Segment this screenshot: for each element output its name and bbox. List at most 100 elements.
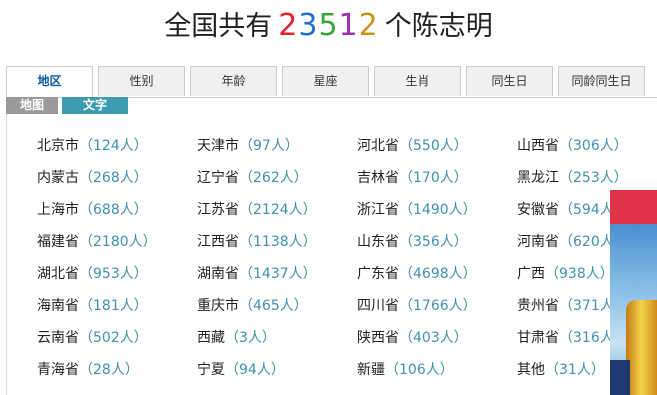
headline-suffix: 个陈志明 (384, 11, 493, 42)
region-name: 河南省 (517, 234, 559, 250)
region-item[interactable]: 湖南省（1437人） (197, 264, 317, 284)
region-item[interactable]: 海南省（181人） (37, 296, 148, 316)
region-name: 云南省 (37, 330, 79, 346)
region-count: （1766人） (399, 298, 477, 314)
region-count: （465人） (239, 298, 308, 314)
region-name: 山西省 (517, 138, 559, 154)
region-item[interactable]: 广西（938人） (517, 264, 614, 284)
region-item[interactable]: 河北省（550人） (357, 136, 468, 156)
region-item[interactable]: 其他（31人） (517, 360, 605, 380)
ad-banner-figure (626, 300, 657, 395)
text-view-button[interactable]: 文字 (62, 97, 128, 114)
map-view-button[interactable]: 地图 (6, 97, 58, 114)
region-name: 福建省 (37, 234, 79, 250)
region-name: 山东省 (357, 234, 399, 250)
region-item[interactable]: 上海市（688人） (37, 200, 148, 220)
region-name: 吉林省 (357, 170, 399, 186)
region-name: 新疆 (357, 362, 385, 378)
region-count: （403人） (399, 330, 468, 346)
tab-same-age-birthday[interactable]: 同龄同生日 (558, 66, 645, 96)
region-count: （306人） (559, 138, 628, 154)
region-item[interactable]: 广东省（4698人） (357, 264, 477, 284)
tab-zodiac[interactable]: 生肖 (374, 66, 461, 96)
region-item[interactable]: 湖北省（953人） (37, 264, 148, 284)
region-name: 青海省 (37, 362, 79, 378)
region-name: 海南省 (37, 298, 79, 314)
region-name: 湖南省 (197, 266, 239, 282)
tab-age[interactable]: 年龄 (190, 66, 277, 96)
count-digit: 5 (318, 8, 339, 43)
region-item[interactable]: 山西省（306人） (517, 136, 628, 156)
region-name: 重庆市 (197, 298, 239, 314)
region-item[interactable]: 青海省（28人） (37, 360, 139, 380)
region-item[interactable]: 重庆市（465人） (197, 296, 308, 316)
region-name: 江西省 (197, 234, 239, 250)
region-count: （170人） (399, 170, 468, 186)
region-item[interactable]: 辽宁省（262人） (197, 168, 308, 188)
region-item[interactable]: 宁夏（94人） (197, 360, 285, 380)
region-count: （953人） (79, 266, 148, 282)
region-name: 河北省 (357, 138, 399, 154)
region-item[interactable]: 山东省（356人） (357, 232, 468, 252)
region-item[interactable]: 四川省（1766人） (357, 296, 477, 316)
region-item[interactable]: 江苏省（2124人） (197, 200, 317, 220)
region-count: （1138人） (239, 234, 317, 250)
region-name: 湖北省 (37, 266, 79, 282)
region-item[interactable]: 新疆（106人） (357, 360, 454, 380)
region-count: （94人） (225, 362, 285, 378)
tab-constellation[interactable]: 星座 (282, 66, 369, 96)
region-item[interactable]: 浙江省（1490人） (357, 200, 477, 220)
region-count: （31人） (545, 362, 605, 378)
count-digit: 3 (298, 8, 319, 43)
region-count: （688人） (79, 202, 148, 218)
region-count: （253人） (559, 170, 628, 186)
region-name: 内蒙古 (37, 170, 79, 186)
region-name: 宁夏 (197, 362, 225, 378)
region-name: 甘肃省 (517, 330, 559, 346)
ad-banner-header (610, 190, 657, 224)
count-digit: 1 (338, 8, 359, 43)
region-name: 黑龙江 (517, 170, 559, 186)
region-item[interactable]: 云南省（502人） (37, 328, 148, 348)
region-name: 上海市 (37, 202, 79, 218)
region-count: （28人） (79, 362, 139, 378)
category-tabs: 地区 性别 年龄 星座 生肖 同生日 同龄同生日 (6, 66, 657, 98)
region-name: 江苏省 (197, 202, 239, 218)
region-item[interactable]: 天津市（97人） (197, 136, 299, 156)
region-count: （502人） (79, 330, 148, 346)
region-name: 贵州省 (517, 298, 559, 314)
region-name: 辽宁省 (197, 170, 239, 186)
region-count: （356人） (399, 234, 468, 250)
region-item[interactable]: 江西省（1138人） (197, 232, 317, 252)
region-count: （3人） (225, 330, 276, 346)
region-count: （550人） (399, 138, 468, 154)
region-name: 西藏 (197, 330, 225, 346)
region-item[interactable]: 北京市（124人） (37, 136, 148, 156)
region-count: （4698人） (399, 266, 477, 282)
tab-region[interactable]: 地区 (6, 66, 93, 97)
region-item[interactable]: 内蒙古（268人） (37, 168, 148, 188)
count-digit: 2 (278, 8, 299, 43)
tab-same-birthday[interactable]: 同生日 (466, 66, 553, 96)
region-count: （124人） (79, 138, 148, 154)
region-count: （106人） (385, 362, 454, 378)
region-count: （2180人） (79, 234, 157, 250)
region-item[interactable]: 黑龙江（253人） (517, 168, 628, 188)
region-name: 四川省 (357, 298, 399, 314)
page-headline: 全国共有 23512 个陈志明 (0, 8, 657, 45)
ad-banner[interactable] (610, 190, 657, 395)
region-item[interactable]: 陕西省（403人） (357, 328, 468, 348)
region-name: 广东省 (357, 266, 399, 282)
ad-banner-shadow (610, 360, 630, 395)
region-count: （2124人） (239, 202, 317, 218)
tab-gender[interactable]: 性别 (98, 66, 185, 96)
region-count: （938人） (545, 266, 614, 282)
region-count: （1437人） (239, 266, 317, 282)
region-count: （1490人） (399, 202, 477, 218)
region-name: 广西 (517, 266, 545, 282)
region-item[interactable]: 福建省（2180人） (37, 232, 157, 252)
region-count: （268人） (79, 170, 148, 186)
region-item[interactable]: 西藏（3人） (197, 328, 276, 348)
region-item[interactable]: 吉林省（170人） (357, 168, 468, 188)
region-count: （262人） (239, 170, 308, 186)
